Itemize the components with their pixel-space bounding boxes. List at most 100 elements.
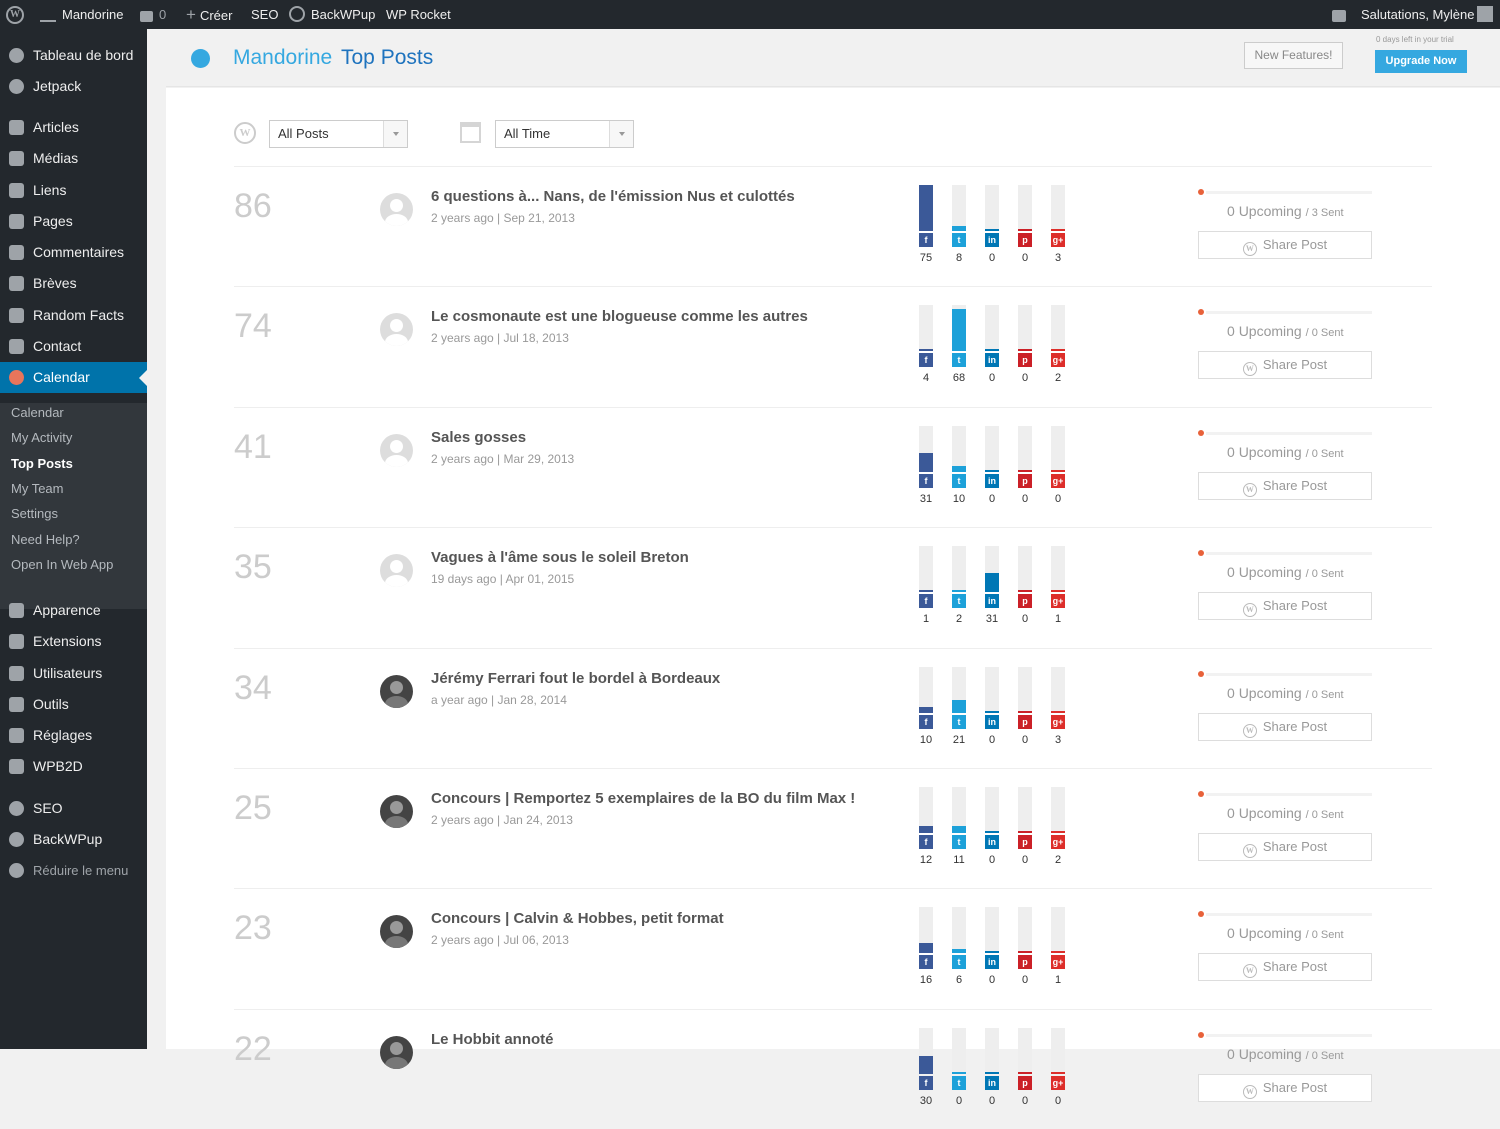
sidebar-item-wpb2d[interactable]: WPB2D (0, 751, 147, 782)
period-select[interactable]: All Time (495, 120, 634, 148)
share-bar-pinterest (1018, 907, 1032, 954)
post-title-link[interactable]: Le cosmonaute est une blogueuse comme le… (431, 308, 808, 325)
sidebar-item-br-ves[interactable]: Brèves (0, 268, 147, 299)
sidebar-item-label: Réduire le menu (33, 863, 129, 878)
post-date: 2 years ago | Sep 21, 2013 (431, 211, 575, 225)
site-name-link[interactable]: Mandorine (40, 0, 123, 29)
user-avatar[interactable] (1477, 6, 1493, 22)
sidebar-item-calendar[interactable]: Calendar (0, 362, 147, 393)
sidebar-item-liens[interactable]: Liens (0, 175, 147, 206)
upcoming-count: 0 (1227, 564, 1235, 581)
sidebar-item-backwpup[interactable]: BackWPup (0, 824, 147, 855)
submenu-item-settings[interactable]: Settings (11, 504, 58, 524)
share-post-label: Share Post (1262, 598, 1328, 614)
post-title-link[interactable]: Concours | Calvin & Hobbes, petit format (431, 910, 724, 927)
submenu-item-calendar[interactable]: Calendar (11, 403, 64, 423)
wp-rocket-menu[interactable]: WP Rocket (386, 0, 451, 29)
sidebar-item-random-facts[interactable]: Random Facts (0, 300, 147, 331)
sidebar-item-m-dias[interactable]: Médias (0, 143, 147, 174)
table-row: 34 Jérémy Ferrari fout le bordel à Bordea… (234, 647, 1432, 768)
sent-count: / 0 Sent (1305, 1049, 1344, 1062)
post-rank: 34 (234, 668, 272, 707)
notifications-icon[interactable] (1332, 0, 1352, 29)
sidebar-item-tableau-de-bord[interactable]: Tableau de bord (0, 40, 147, 71)
sidebar-item-articles[interactable]: Articles (0, 112, 147, 143)
linkedin-icon: in (985, 1075, 999, 1090)
pinterest-icon: p (1018, 835, 1032, 849)
schedule-timeline (1206, 311, 1372, 315)
sidebar-item-commentaires[interactable]: Commentaires (0, 237, 147, 268)
submenu-item-open-in-web-app[interactable]: Open In Web App (11, 555, 113, 575)
share-bar-twitter (952, 546, 966, 593)
share-post-button[interactable]: W Share Post (1198, 592, 1372, 621)
share-post-button[interactable]: W Share Post (1198, 471, 1372, 500)
schedule-timeline (1206, 793, 1372, 796)
submenu-item-my-activity[interactable]: My Activity (11, 428, 72, 448)
post-rank: 22 (234, 1029, 272, 1068)
chevron-down-icon[interactable] (383, 121, 407, 147)
sidebar-item-seo[interactable]: SEO (0, 793, 147, 824)
share-post-button[interactable]: W Share Post (1198, 833, 1372, 861)
share-count-twitter: 0 (955, 1094, 963, 1107)
linkedin-icon: in (985, 594, 999, 609)
upgrade-now-button[interactable]: Upgrade Now (1375, 50, 1467, 73)
brand-name[interactable]: Mandorine (233, 46, 332, 70)
sidebar-item-r-glages[interactable]: Réglages (0, 720, 147, 751)
sidebar-item-label: Utilisateurs (33, 665, 103, 681)
share-count-twitter: 6 (955, 974, 963, 987)
share-count-linkedin: 0 (988, 854, 996, 866)
submenu-item-need-help-[interactable]: Need Help? (11, 530, 80, 550)
post-title-link[interactable]: Vagues à l'âme sous le soleil Breton (431, 549, 689, 566)
share-post-button[interactable]: W Share Post (1198, 231, 1372, 259)
share-bar-googleplus (1051, 907, 1065, 954)
post-title-link[interactable]: 6 questions à... Nans, de l'émission Nus… (431, 188, 795, 205)
pin-icon (9, 276, 24, 291)
sidebar-item-jetpack[interactable]: Jetpack (0, 71, 147, 102)
share-post-button[interactable]: W Share Post (1198, 1073, 1372, 1102)
post-title-link[interactable]: Concours | Remportez 5 exemplaires de la… (431, 790, 855, 807)
share-count-googleplus: 3 (1054, 733, 1062, 746)
backwpup-menu[interactable]: BackWPup (289, 0, 375, 29)
sidebar-item-utilisateurs[interactable]: Utilisateurs (0, 658, 147, 689)
submenu-item-top-posts[interactable]: Top Posts (11, 454, 73, 474)
googleplus-icon: g+ (1051, 353, 1065, 368)
comments-link[interactable]: 0 (140, 0, 166, 29)
site-name: Mandorine (62, 7, 124, 22)
upcoming-count: 0 (1227, 1045, 1235, 1062)
post-type-select[interactable]: All Posts (269, 120, 408, 148)
dashboard-icon (9, 48, 24, 63)
submenu-item-my-team[interactable]: My Team (11, 479, 64, 499)
wordpress-logo-icon[interactable]: W (6, 6, 24, 24)
sidebar-item-contact[interactable]: Contact (0, 331, 147, 362)
share-count-twitter: 10 (952, 492, 966, 505)
share-bar-googleplus (1051, 787, 1065, 833)
post-title-link[interactable]: Sales gosses (431, 429, 526, 446)
share-count-twitter: 11 (953, 854, 965, 866)
post-title-link[interactable]: Jérémy Ferrari fout le bordel à Bordeaux (431, 670, 720, 687)
sidebar-item-apparence[interactable]: Apparence (0, 595, 147, 626)
share-count-pinterest: 0 (1021, 492, 1029, 505)
share-post-label: Share Post (1262, 237, 1328, 252)
share-post-button[interactable]: W Share Post (1198, 351, 1372, 380)
share-post-button[interactable]: W Share Post (1198, 953, 1372, 982)
googleplus-icon: g+ (1051, 955, 1065, 970)
post-title-link[interactable]: Le Hobbit annoté (431, 1031, 554, 1048)
create-menu[interactable]: + Créer (186, 0, 232, 29)
sidebar-item-extensions[interactable]: Extensions (0, 626, 147, 657)
page-header: Mandorine Top Posts New Features! 0 days… (166, 29, 1500, 87)
share-bar-pinterest (1018, 185, 1032, 231)
chevron-down-icon[interactable] (609, 121, 633, 147)
upcoming-count: 0 (1227, 805, 1235, 821)
user-greeting[interactable]: Salutations, Mylène (1361, 0, 1474, 29)
share-post-button[interactable]: W Share Post (1198, 712, 1372, 741)
sidebar-item-label: Random Facts (33, 307, 125, 323)
sidebar-item-pages[interactable]: Pages (0, 206, 147, 237)
new-features-button[interactable]: New Features! (1244, 42, 1343, 69)
brand-logo-icon (191, 49, 210, 68)
sidebar-item-outils[interactable]: Outils (0, 689, 147, 720)
linkedin-icon: in (985, 835, 999, 849)
period-value: All Time (504, 126, 551, 141)
seo-menu[interactable]: SEO (251, 0, 278, 29)
create-label: Créer (199, 8, 233, 23)
sidebar-item-r-duire-le-menu[interactable]: Réduire le menu (0, 855, 147, 886)
